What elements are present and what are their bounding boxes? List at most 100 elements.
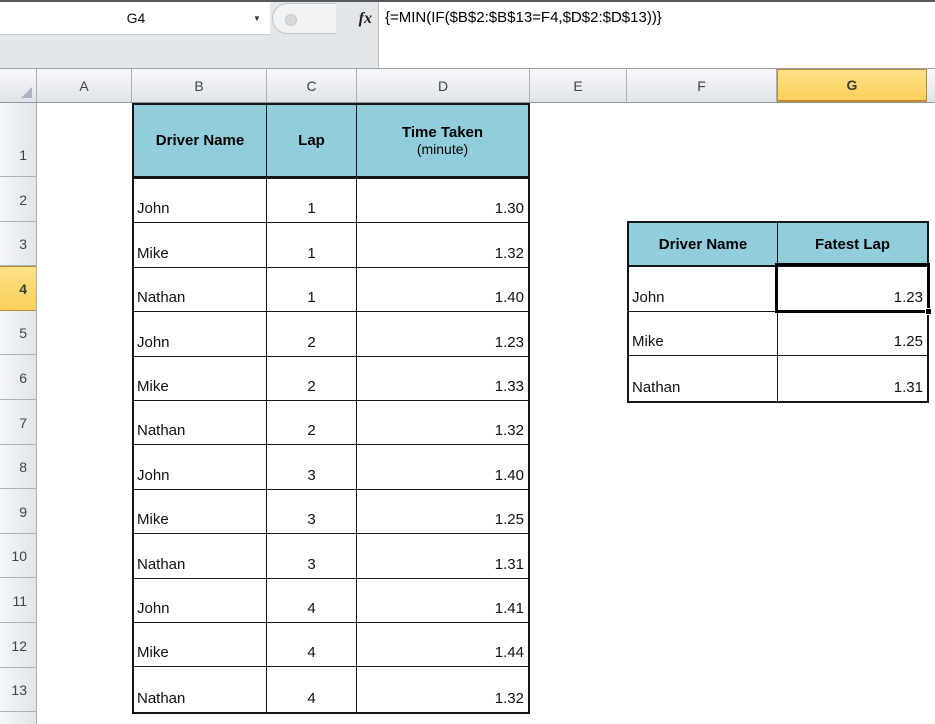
cell-driver[interactable]: Mike [629,311,778,356]
row-header-label: 2 [19,191,27,208]
cell-driver[interactable]: John [134,312,267,356]
cell-lap[interactable]: 3 [267,445,357,489]
column-header-partial [927,69,935,102]
cell-lap[interactable]: 4 [267,622,357,667]
row-header[interactable]: 11 [0,578,36,623]
fill-handle[interactable] [925,308,932,315]
cell-lap[interactable]: 1 [267,179,357,223]
column-headers: A B C D E F G [37,69,927,102]
cell-driver[interactable]: Nathan [134,534,267,578]
formula-bar-grip-icon[interactable] [285,14,297,26]
column-header-label: G [846,77,858,93]
cell-lap[interactable]: 2 [267,400,357,445]
column-header[interactable]: B [132,69,267,102]
row-header-label: 4 [19,280,27,297]
cell-driver[interactable]: Mike [134,356,267,400]
header-driver-name[interactable]: Driver Name [629,223,778,265]
row-header[interactable]: 6 [0,355,36,400]
table-row: John 4 1.41 [134,578,528,623]
cell-lap[interactable]: 2 [267,356,357,400]
table-row: Nathan 1 1.40 [134,267,528,313]
row-header[interactable]: 5 [0,311,36,356]
table-row: Nathan 4 1.32 [134,667,528,712]
column-header[interactable]: D [357,69,530,102]
row-header-label: 7 [19,414,27,431]
cell-lap[interactable]: 1 [267,267,357,312]
row-header-label: 3 [19,236,27,253]
column-header-label: B [194,77,204,94]
column-header-label: A [79,77,89,94]
cell-time[interactable]: 1.32 [357,223,528,266]
cell-driver[interactable]: Nathan [134,267,267,312]
row-header[interactable]: 1 [0,103,36,177]
table-row: Nathan 2 1.32 [134,400,528,446]
name-box[interactable]: G4 ▼ [0,2,270,35]
formula-input[interactable]: {=MIN(IF($B$2:$B$13=F4,$D$2:$D$13))} [379,2,935,68]
cell-driver[interactable]: Mike [134,622,267,667]
cell-driver[interactable]: Mike [134,223,267,267]
cell-driver[interactable]: John [629,267,778,311]
select-all-triangle-icon [21,87,32,98]
cell-driver[interactable]: Nathan [134,667,267,712]
cell-lap[interactable]: 3 [267,489,357,534]
cell-fastest-lap[interactable]: 1.23 [778,267,927,311]
row-header-label: 6 [19,369,27,386]
table-row: Mike 3 1.25 [134,489,528,535]
cell-time[interactable]: 1.25 [357,490,528,533]
cell-driver[interactable]: John [134,578,267,622]
cell-driver[interactable]: Nathan [134,400,267,445]
formula-bar-cap [272,3,336,34]
cell-driver[interactable]: John [134,179,267,223]
row-header[interactable]: 13 [0,668,36,713]
cell-time[interactable]: 1.32 [357,667,528,711]
column-header[interactable]: A [37,69,132,102]
cell-time[interactable]: 1.23 [357,312,528,355]
column-header[interactable]: G [777,69,927,102]
row-header-label: 5 [19,325,27,342]
row-header[interactable]: 7 [0,400,36,445]
cell-lap[interactable]: 1 [267,223,357,267]
row-header[interactable]: 9 [0,489,36,534]
cell-time[interactable]: 1.44 [357,623,528,666]
header-lap[interactable]: Lap [267,105,357,176]
row-header[interactable]: 4 [0,266,36,311]
insert-function-icon[interactable]: fx [359,2,372,35]
row-header[interactable]: 3 [0,222,36,267]
row-header-label: 10 [11,548,27,565]
cell-driver[interactable]: Nathan [629,356,778,401]
cell-lap[interactable]: 4 [267,667,357,712]
header-fastest-lap[interactable]: Fatest Lap [778,223,927,265]
name-box-dropdown-icon[interactable]: ▼ [244,2,270,34]
chrome-lower-panel [0,35,378,68]
name-box-value: G4 [126,10,146,26]
cell-fastest-lap[interactable]: 1.31 [778,356,927,401]
column-header[interactable]: F [627,69,777,102]
cell-time[interactable]: 1.41 [357,579,528,622]
cell-lap[interactable]: 4 [267,578,357,622]
cell-time[interactable]: 1.40 [357,445,528,488]
header-time-taken[interactable]: Time Taken (minute) [357,105,528,176]
cell-lap[interactable]: 2 [267,312,357,356]
cell-driver[interactable]: John [134,445,267,489]
cell-time[interactable]: 1.31 [357,534,528,577]
row-header-label: 13 [11,682,27,699]
row-header[interactable]: 12 [0,623,36,668]
select-all-button[interactable] [0,69,37,102]
cell-lap[interactable]: 3 [267,534,357,578]
row-header-label: 8 [19,459,27,476]
row-header[interactable]: 10 [0,534,36,579]
cell-time[interactable]: 1.40 [357,268,528,311]
row-header-label: 11 [12,592,27,609]
cell-time[interactable]: 1.33 [357,357,528,400]
header-driver-name[interactable]: Driver Name [134,105,267,176]
cell-time[interactable]: 1.32 [357,401,528,444]
row-header[interactable]: 8 [0,445,36,490]
cell-fastest-lap[interactable]: 1.25 [778,312,927,356]
cell-driver[interactable]: Mike [134,489,267,534]
row-header[interactable]: 2 [0,177,36,222]
formula-bar-chrome: G4 ▼ fx {=MIN(IF($B$2:$B$13=F4,$D$2:$D$1… [0,2,935,69]
column-header[interactable]: C [267,69,357,102]
cell-time[interactable]: 1.30 [357,179,528,222]
column-header[interactable]: E [530,69,627,102]
lap-table-header-row: Driver Name Lap Time Taken (minute) [134,105,528,179]
